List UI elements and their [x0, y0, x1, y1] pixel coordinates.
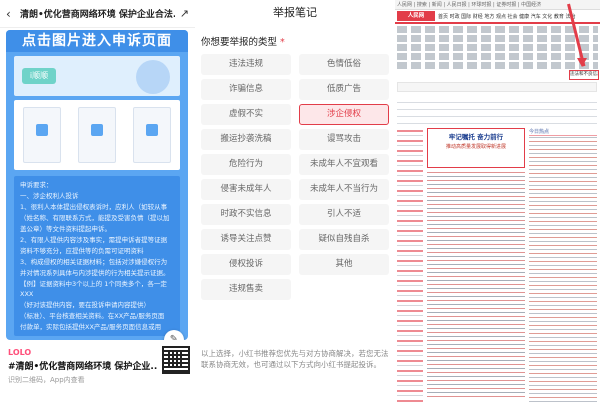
- menu-row: [397, 53, 598, 60]
- report-option[interactable]: 引人不适: [299, 204, 389, 225]
- req-line: 1、很利人本体提出侵权表诉时，应利人（如较从事: [20, 203, 168, 211]
- req-line: 3、构成侵权的相关证据材料；包括对涉嫌侵权行为: [20, 258, 168, 266]
- appeal-banner: 点击图片进入申诉页面: [6, 30, 188, 52]
- report-option[interactable]: 违规售卖: [201, 279, 291, 300]
- report-option[interactable]: 诈骗信息: [201, 79, 291, 100]
- report-form-panel: 举报笔记 你想要举报的类型 * 违法违规 色情低俗 诈骗信息 低质广告 虚假不实 涉企侵权…: [195, 0, 395, 402]
- footer-note-name: #清朗•优化营商网络环境 保护企业...: [8, 362, 158, 372]
- required-mark: *: [280, 37, 285, 48]
- req-line: （姓名称、有限联系方式，能提及受害负情（提以加: [20, 214, 170, 222]
- report-option[interactable]: 侵害未成年人: [201, 179, 291, 200]
- menu-row: [397, 62, 598, 69]
- report-option[interactable]: 危险行为: [201, 154, 291, 175]
- headline-box[interactable]: 牢记嘱托 奋力前行 推动高质量发展取得新进展: [427, 128, 525, 168]
- share-icon[interactable]: ↗: [175, 7, 189, 20]
- qr-code-icon: [162, 346, 190, 374]
- report-type-options: 违法违规 色情低俗 诈骗信息 低质广告 虚假不实 涉企侵权 搬运抄袭洗稿 谩骂攻击 危险行为 未成…: [201, 54, 389, 300]
- annotation-arrow-head: [577, 58, 587, 67]
- req-line: 并对情况系列具体与内涉提供的行为相关提示证据。: [20, 269, 170, 277]
- document-previews: [14, 100, 180, 170]
- report-note: 以上选择，小红书推荐您优先与对方协商解决，若您无法联系协商无效，也可通过以下方式…: [201, 349, 389, 369]
- appeal-preview-image: i顺顺: [14, 56, 180, 96]
- report-option[interactable]: 违法违规: [201, 54, 291, 75]
- phone-top-bar: ‹ 清朗•优化营商网络环境 保护企业合法... ↗: [0, 0, 195, 28]
- report-question: 你想要举报的类型 *: [201, 34, 285, 48]
- brand-logo: LOLO: [8, 348, 32, 357]
- portal-search-row[interactable]: [397, 82, 597, 92]
- report-option[interactable]: 色情低俗: [299, 54, 389, 75]
- req-line: 【例】证据资料中3个以上的 1个同类多个，各一定XXX: [20, 280, 167, 298]
- document-icon: [77, 107, 116, 163]
- req-line: 资料不够充分，应提供等的负需可证明资料: [20, 247, 144, 255]
- document-icon: [133, 107, 172, 163]
- side-header: 今日热点: [529, 128, 597, 136]
- document-icon: [22, 107, 61, 163]
- report-title: 举报笔记: [273, 6, 317, 19]
- req-line: 付款单，实际包括提供XX产品/服务页面信息或用: [20, 323, 162, 331]
- report-option[interactable]: 时政不实信息: [201, 204, 291, 225]
- report-option[interactable]: 搬运抄袭洗稿: [201, 129, 291, 150]
- requirements-text: 申诉要求： 一、涉企权利人投诉 1、很利人本体提出侵权表诉时，应利人（如较从事 …: [14, 176, 180, 336]
- headline: 牢记嘱托 奋力前行: [448, 133, 504, 141]
- report-option[interactable]: 低质广告: [299, 79, 389, 100]
- illegal-info-report-link[interactable]: 违法和不良信息举报: [569, 70, 599, 80]
- footer-hint: 识别二维码，App内查看: [8, 376, 85, 384]
- app-logo-icon: i顺顺: [22, 68, 56, 84]
- portal-nav-links[interactable]: 首页 时政 国际 财经 地方 观点 社会 健康 汽车 文化 教育 法治: [438, 13, 598, 20]
- mascot-avatar: [136, 60, 170, 94]
- portal-subnav: [397, 96, 597, 124]
- phone-page-title: 清朗•优化营商网络环境 保护企业合法...: [20, 10, 175, 20]
- req-line: 2、有限人提供内容涉及事实，需提申诉者提等证据: [20, 236, 168, 244]
- phone-share-panel: ‹ 清朗•优化营商网络环境 保护企业合法... ↗ 点击图片进入申诉页面 i顺顺…: [0, 0, 195, 402]
- req-line: 盖公章）等文件资料提起申诉。: [20, 225, 111, 233]
- portal-left-column: [397, 128, 423, 402]
- appeal-image-card[interactable]: 点击图片进入申诉页面 i顺顺 申诉要求： 一、涉企权利人投诉 1、很利人本体提出…: [6, 30, 188, 340]
- share-footer: LOLO #清朗•优化营商网络环境 保护企业... 识别二维码，App内查看: [8, 348, 188, 398]
- portal-main-column: 牢记嘱托 奋力前行 推动高质量发展取得新进展: [427, 128, 525, 402]
- report-option[interactable]: 侵权投诉: [201, 254, 291, 275]
- menu-row: [397, 44, 598, 51]
- report-option[interactable]: 谩骂攻击: [299, 129, 389, 150]
- report-option[interactable]: 涉企侵权: [299, 104, 389, 125]
- report-option[interactable]: 疑似自残自杀: [299, 229, 389, 250]
- portal-webpage-panel: 人民网 | 搜索 | 新闻 | 人民日报 | 环球时报 | 证券时报 | 中国经…: [395, 0, 600, 402]
- report-option[interactable]: 诱导关注点赞: [201, 229, 291, 250]
- report-option[interactable]: 虚假不实: [201, 104, 291, 125]
- back-icon[interactable]: ‹: [6, 7, 20, 21]
- req-line: 申诉要求：: [20, 181, 53, 189]
- portal-content: 牢记嘱托 奋力前行 推动高质量发展取得新进展 今日热点: [397, 128, 597, 402]
- menu-row: [397, 26, 598, 33]
- req-line: （标准）、平台核查相关资料。在XX产品/服务页面: [20, 312, 165, 320]
- menu-row: [397, 35, 598, 42]
- req-line: 一、涉企权利人投诉: [20, 192, 79, 200]
- portal-menu-rows: [395, 24, 600, 73]
- report-option[interactable]: 未成年人不宜观看: [299, 154, 389, 175]
- portal-right-column: 今日热点: [529, 128, 597, 402]
- edit-icon[interactable]: ✎: [164, 330, 184, 340]
- headline-sub: 推动高质量发展取得新进展: [445, 144, 506, 150]
- report-option[interactable]: 其他: [299, 254, 389, 275]
- report-option[interactable]: 未成年人不当行为: [299, 179, 389, 200]
- news-list: [427, 171, 525, 397]
- report-question-text: 你想要举报的类型: [201, 37, 278, 48]
- portal-logo[interactable]: 人民网: [397, 11, 435, 21]
- req-line: （好对该提供内容，要在投诉申请内容提供）: [20, 301, 150, 309]
